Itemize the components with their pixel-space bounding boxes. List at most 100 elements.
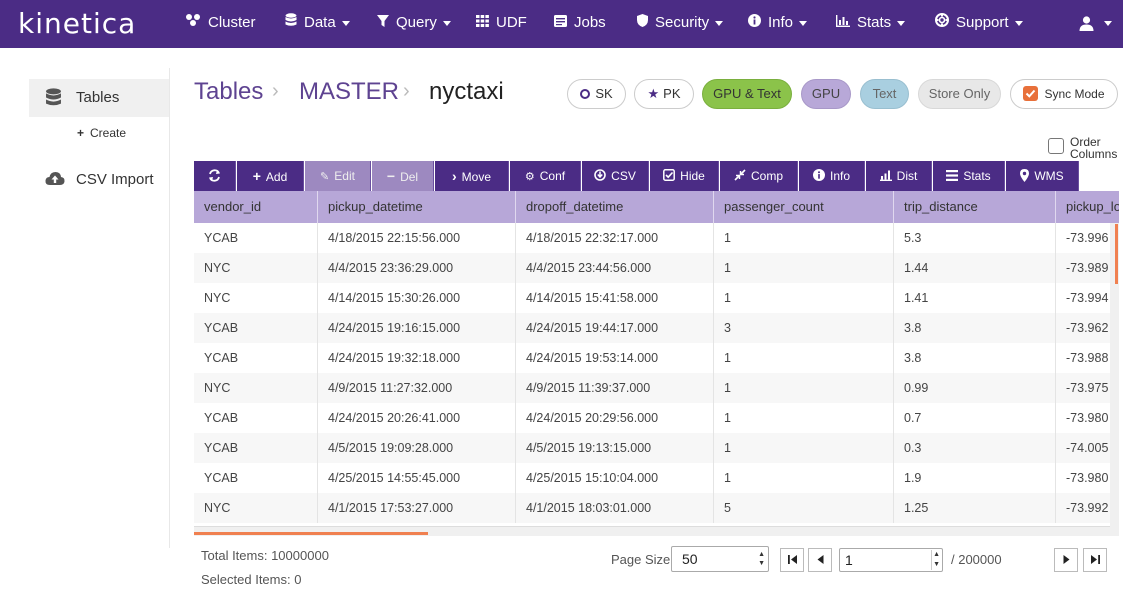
cell-vendor-id[interactable]: NYC (194, 373, 318, 403)
cell-pickup-datetime[interactable]: 4/1/2015 17:53:27.000 (318, 493, 516, 523)
column-header-dropoff-datetime[interactable]: dropoff_datetime (516, 191, 714, 223)
cell-dropoff-datetime[interactable]: 4/25/2015 15:10:04.000 (516, 463, 714, 493)
cell-pickup-datetime[interactable]: 4/18/2015 22:15:56.000 (318, 223, 516, 253)
page-number-input[interactable]: 1 ▲ ▼ (839, 548, 943, 572)
cell-trip-distance[interactable]: 0.99 (894, 373, 1056, 403)
page-size-select[interactable]: 50 ▲ ▼ (671, 546, 769, 572)
cell-pickup-datetime[interactable]: 4/24/2015 19:32:18.000 (318, 343, 516, 373)
last-page-button[interactable] (1083, 548, 1107, 572)
cell-passenger-count[interactable]: 1 (714, 253, 894, 283)
gpu-badge[interactable]: GPU (801, 79, 851, 109)
nav-data[interactable]: Data (285, 0, 350, 48)
cell-pickup-datetime[interactable]: 4/24/2015 19:16:15.000 (318, 313, 516, 343)
csv-button[interactable]: CSV (582, 161, 649, 191)
cell-vendor-id[interactable]: NYC (194, 283, 318, 313)
cell-trip-distance[interactable]: 3.8 (894, 313, 1056, 343)
text-badge[interactable]: Text (860, 79, 909, 109)
order-columns-checkbox[interactable] (1048, 138, 1064, 154)
cell-passenger-count[interactable]: 1 (714, 343, 894, 373)
cell-trip-distance[interactable]: 1.44 (894, 253, 1056, 283)
cell-dropoff-datetime[interactable]: 4/1/2015 18:03:01.000 (516, 493, 714, 523)
cell-trip-distance[interactable]: 3.8 (894, 343, 1056, 373)
nav-udf[interactable]: UDF (476, 0, 527, 48)
cell-dropoff-datetime[interactable]: 4/14/2015 15:41:58.000 (516, 283, 714, 313)
nav-security[interactable]: Security (637, 0, 724, 48)
table-row[interactable]: YCAB 4/24/2015 19:32:18.000 4/24/2015 19:5… (194, 343, 1119, 373)
cell-pickup-datetime[interactable]: 4/9/2015 11:27:32.000 (318, 373, 516, 403)
cell-trip-distance[interactable]: 1.41 (894, 283, 1056, 313)
cell-dropoff-datetime[interactable]: 4/4/2015 23:44:56.000 (516, 253, 714, 283)
nav-jobs[interactable]: Jobs (554, 0, 606, 48)
cell-pickup-datetime[interactable]: 4/24/2015 20:26:41.000 (318, 403, 516, 433)
refresh-button[interactable] (194, 161, 236, 191)
stats-button[interactable]: Stats (933, 161, 1005, 191)
cell-vendor-id[interactable]: YCAB (194, 313, 318, 343)
edit-button[interactable]: ✎ Edit (305, 161, 371, 191)
cell-vendor-id[interactable]: YCAB (194, 223, 318, 253)
breadcrumb-schema[interactable]: MASTER (299, 78, 399, 106)
comp-button[interactable]: Comp (720, 161, 798, 191)
cell-trip-distance[interactable]: 0.3 (894, 433, 1056, 463)
add-button[interactable]: + Add (237, 161, 304, 191)
table-row[interactable]: YCAB 4/5/2015 19:09:28.000 4/5/2015 19:13:… (194, 433, 1119, 463)
cell-passenger-count[interactable]: 1 (714, 223, 894, 253)
store-only-badge[interactable]: Store Only (918, 79, 1001, 109)
gpu-text-badge[interactable]: GPU & Text (702, 79, 792, 109)
cell-dropoff-datetime[interactable]: 4/5/2015 19:13:15.000 (516, 433, 714, 463)
cell-passenger-count[interactable]: 1 (714, 283, 894, 313)
cell-vendor-id[interactable]: NYC (194, 253, 318, 283)
breadcrumb-tables[interactable]: Tables (194, 78, 263, 106)
cell-dropoff-datetime[interactable]: 4/24/2015 19:44:17.000 (516, 313, 714, 343)
cell-dropoff-datetime[interactable]: 4/9/2015 11:39:37.000 (516, 373, 714, 403)
cell-vendor-id[interactable]: YCAB (194, 403, 318, 433)
info-button[interactable]: Info (799, 161, 865, 191)
cell-dropoff-datetime[interactable]: 4/24/2015 20:29:56.000 (516, 403, 714, 433)
column-header-vendor-id[interactable]: vendor_id (194, 191, 318, 223)
cell-passenger-count[interactable]: 1 (714, 463, 894, 493)
table-row[interactable]: NYC 4/14/2015 15:30:26.000 4/14/2015 15:41… (194, 283, 1119, 313)
sidebar-item-tables[interactable]: Tables (29, 79, 169, 117)
table-row[interactable]: NYC 4/1/2015 17:53:27.000 4/1/2015 18:03:0… (194, 493, 1119, 523)
cell-vendor-id[interactable]: NYC (194, 493, 318, 523)
nav-query[interactable]: Query (377, 0, 451, 48)
next-page-button[interactable] (1054, 548, 1078, 572)
cell-passenger-count[interactable]: 1 (714, 403, 894, 433)
cell-trip-distance[interactable]: 1.9 (894, 463, 1056, 493)
column-header-passenger-count[interactable]: passenger_count (714, 191, 894, 223)
cell-vendor-id[interactable]: YCAB (194, 343, 318, 373)
nav-support[interactable]: Support (935, 0, 1023, 48)
cell-trip-distance[interactable]: 1.25 (894, 493, 1056, 523)
previous-page-button[interactable] (808, 548, 832, 572)
column-header-pickup-longitude[interactable]: pickup_lo (1056, 191, 1119, 223)
nav-stats[interactable]: Stats (836, 0, 906, 48)
move-button[interactable]: › Move (435, 161, 509, 191)
horizontal-scroll-thumb[interactable] (194, 532, 428, 535)
table-row[interactable]: YCAB 4/25/2015 14:55:45.000 4/25/2015 15:1… (194, 463, 1119, 493)
delete-button[interactable]: − Del (372, 161, 434, 191)
cell-pickup-datetime[interactable]: 4/25/2015 14:55:45.000 (318, 463, 516, 493)
hide-button[interactable]: Hide (650, 161, 719, 191)
column-header-pickup-datetime[interactable]: pickup_datetime (318, 191, 516, 223)
cell-passenger-count[interactable]: 5 (714, 493, 894, 523)
cell-dropoff-datetime[interactable]: 4/18/2015 22:32:17.000 (516, 223, 714, 253)
wms-button[interactable]: WMS (1006, 161, 1079, 191)
user-menu[interactable] (1079, 0, 1113, 48)
cell-pickup-datetime[interactable]: 4/14/2015 15:30:26.000 (318, 283, 516, 313)
cell-pickup-datetime[interactable]: 4/5/2015 19:09:28.000 (318, 433, 516, 463)
table-row[interactable]: NYC 4/9/2015 11:27:32.000 4/9/2015 11:39:3… (194, 373, 1119, 403)
sidebar-item-csv-import[interactable]: CSV Import (29, 161, 169, 199)
cell-trip-distance[interactable]: 5.3 (894, 223, 1056, 253)
pk-badge[interactable]: ★ PK (634, 79, 694, 109)
cell-passenger-count[interactable]: 1 (714, 373, 894, 403)
conf-button[interactable]: ⚙ Conf (510, 161, 581, 191)
sk-badge[interactable]: SK (567, 79, 626, 109)
cell-dropoff-datetime[interactable]: 4/24/2015 19:53:14.000 (516, 343, 714, 373)
cell-vendor-id[interactable]: YCAB (194, 433, 318, 463)
table-row[interactable]: NYC 4/4/2015 23:36:29.000 4/4/2015 23:44:5… (194, 253, 1119, 283)
cell-passenger-count[interactable]: 1 (714, 433, 894, 463)
sidebar-item-create[interactable]: + Create (77, 126, 126, 140)
nav-cluster[interactable]: Cluster (185, 0, 256, 48)
sync-mode-toggle[interactable]: Sync Mode (1010, 79, 1118, 109)
vertical-scroll-thumb[interactable] (1115, 224, 1118, 284)
table-row[interactable]: YCAB 4/24/2015 19:16:15.000 4/24/2015 19:4… (194, 313, 1119, 343)
